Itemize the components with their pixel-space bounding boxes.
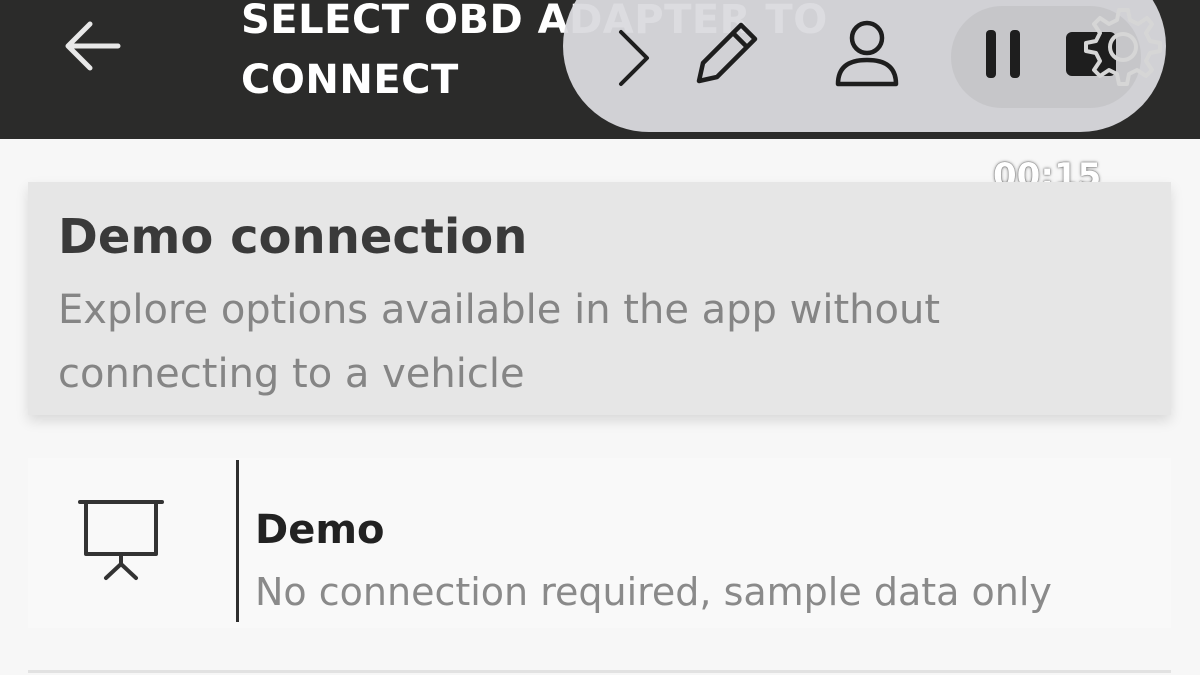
gear-icon: [1084, 8, 1162, 86]
list-item-title: Demo: [255, 507, 385, 553]
pause-icon: [986, 30, 1020, 78]
settings-button[interactable]: [1080, 4, 1162, 86]
list-item-demo[interactable]: Demo No connection required, sample data…: [28, 458, 1171, 628]
list-item-subtitle: No connection required, sample data only: [255, 570, 1052, 614]
app-screen: SELECT OBD ADAPTER TO CONNECT 00:15 Demo…: [0, 0, 1200, 675]
pause-button[interactable]: [976, 24, 1032, 84]
presentation-board-icon: [78, 500, 164, 580]
demo-connection-card[interactable]: Demo connection Explore options availabl…: [28, 182, 1171, 415]
list-divider: [28, 670, 1171, 673]
user-icon: [835, 20, 899, 87]
edit-button[interactable]: [688, 14, 766, 92]
profile-button[interactable]: [830, 16, 904, 92]
item-divider: [236, 460, 239, 622]
chevron-right-icon: [619, 30, 649, 86]
arrow-left-icon: [65, 21, 121, 71]
card-description: Explore options available in the app wit…: [58, 287, 941, 397]
next-button[interactable]: [608, 22, 658, 94]
back-button[interactable]: [56, 14, 128, 78]
pencil-icon: [696, 22, 758, 84]
card-title: Demo connection: [58, 209, 528, 265]
